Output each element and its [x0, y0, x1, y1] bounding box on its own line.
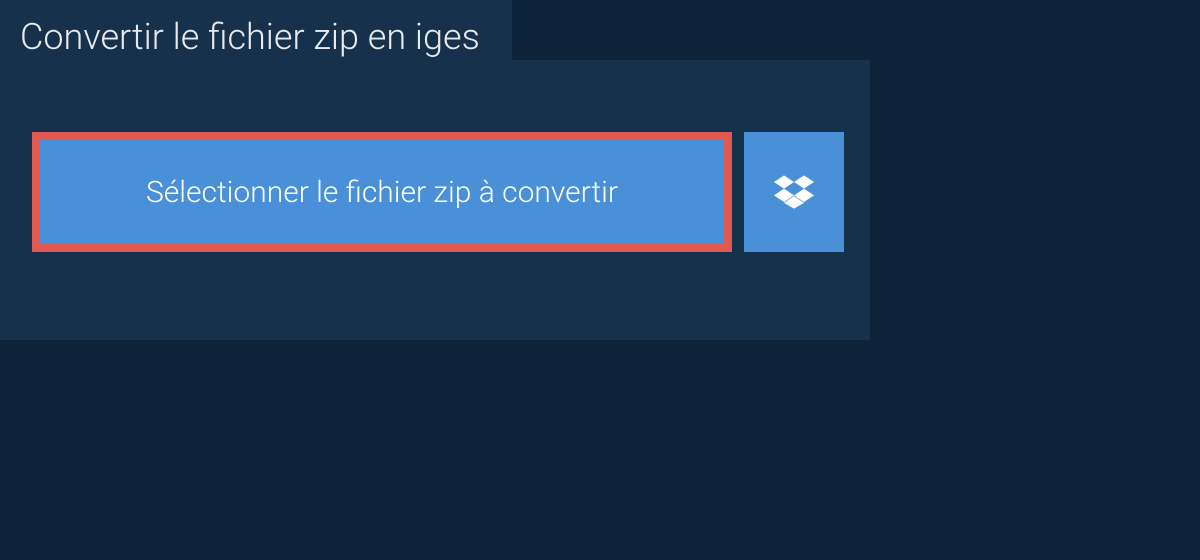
- page-title: Convertir le fichier zip en iges: [0, 0, 512, 74]
- dropbox-button[interactable]: [744, 132, 844, 252]
- upload-button-row: Sélectionner le fichier zip à convertir: [32, 132, 844, 252]
- dropbox-icon: [774, 172, 814, 212]
- select-file-button[interactable]: Sélectionner le fichier zip à convertir: [32, 132, 732, 252]
- select-file-label: Sélectionner le fichier zip à convertir: [146, 175, 618, 210]
- converter-panel: Convertir le fichier zip en iges Sélecti…: [0, 60, 870, 340]
